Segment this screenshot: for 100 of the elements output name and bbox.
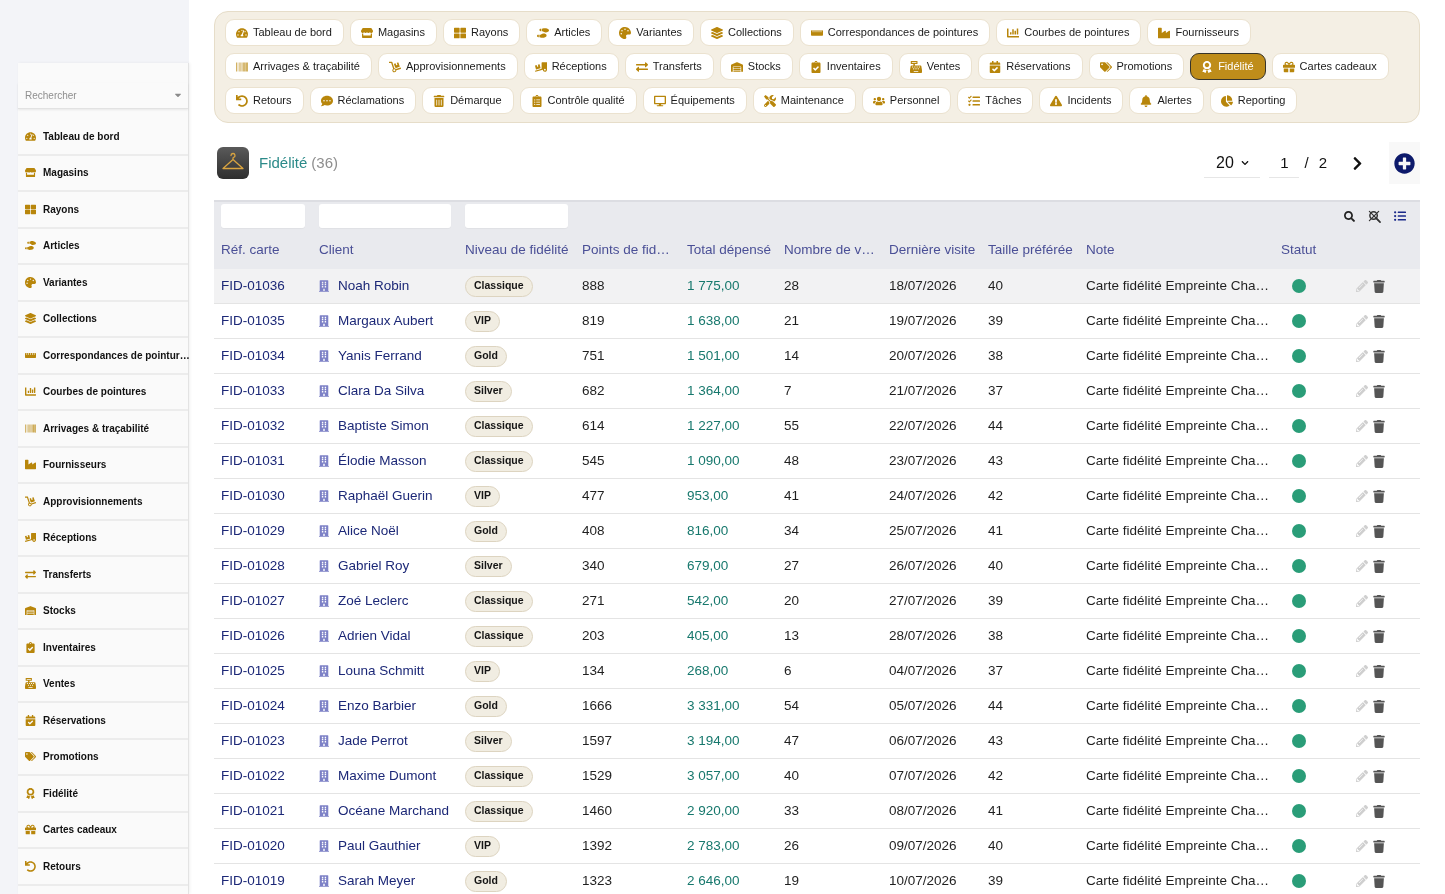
column-header[interactable]: Note [1086, 241, 1115, 257]
card-ref-link[interactable]: FID-01023 [221, 732, 285, 748]
client-link[interactable]: Sarah Meyer [338, 870, 416, 892]
trash-icon[interactable] [1373, 664, 1385, 678]
nav-tab[interactable]: Réclamations [309, 87, 417, 114]
nav-tab[interactable]: Arrivages & traçabilité [225, 53, 372, 80]
trash-icon[interactable] [1373, 314, 1385, 328]
nav-tab[interactable]: Personnel [861, 87, 952, 114]
card-ref-link[interactable]: FID-01021 [221, 802, 285, 818]
card-ref-link[interactable]: FID-01020 [221, 837, 285, 853]
nav-tab[interactable]: Approvisionnements [378, 53, 518, 80]
client-link[interactable]: Clara Da Silva [338, 380, 425, 402]
card-ref-link[interactable]: FID-01032 [221, 417, 285, 433]
sidebar-item[interactable]: Stocks [18, 593, 188, 630]
client-link[interactable]: Raphaël Guerin [338, 485, 433, 507]
nav-tab[interactable]: Fournisseurs [1147, 19, 1251, 46]
sidebar-item[interactable]: Transferts [18, 557, 188, 594]
card-ref-link[interactable]: FID-01022 [221, 767, 285, 783]
trash-icon[interactable] [1373, 734, 1385, 748]
trash-icon[interactable] [1373, 874, 1385, 888]
trash-icon[interactable] [1373, 489, 1385, 503]
nav-tab[interactable]: Tableau de bord [225, 19, 344, 46]
client-link[interactable]: Alice Noël [338, 520, 399, 542]
sidebar-item[interactable]: Fournisseurs [18, 447, 188, 484]
trash-icon[interactable] [1373, 419, 1385, 433]
card-ref-link[interactable]: FID-01036 [221, 277, 285, 293]
nav-tab[interactable]: Rayons [443, 19, 521, 46]
card-ref-link[interactable]: FID-01035 [221, 312, 285, 328]
column-header[interactable]: Statut [1281, 241, 1317, 257]
sidebar-item[interactable]: Correspondances de pointur… [18, 338, 188, 375]
nav-tab[interactable]: Alertes [1129, 87, 1204, 114]
sidebar-item[interactable]: Réservations [18, 703, 188, 740]
nav-tab[interactable]: Promotions [1088, 53, 1185, 80]
sidebar-item[interactable]: Rayons [18, 192, 188, 229]
sidebar-item[interactable]: Variantes [18, 265, 188, 302]
nav-tab[interactable]: Contrôle qualité [519, 87, 637, 114]
nav-tab[interactable]: Incidents [1039, 87, 1124, 114]
card-ref-link[interactable]: FID-01031 [221, 452, 285, 468]
nav-tab[interactable]: Correspondances de pointures [799, 19, 991, 46]
sidebar-item[interactable]: Ventes [18, 666, 188, 703]
card-ref-link[interactable]: FID-01025 [221, 662, 285, 678]
column-header[interactable]: Client [319, 241, 354, 257]
nav-tab[interactable]: Collections [700, 19, 794, 46]
client-link[interactable]: Enzo Barbier [338, 695, 417, 717]
card-ref-link[interactable]: FID-01034 [221, 347, 285, 363]
nav-tab[interactable]: Transferts [624, 53, 714, 80]
add-button[interactable] [1389, 142, 1420, 184]
trash-icon[interactable] [1373, 384, 1385, 398]
sidebar-item[interactable]: Articles [18, 228, 188, 265]
client-link[interactable]: Maxime Dumont [338, 765, 437, 787]
nav-tab[interactable]: Articles [526, 19, 603, 46]
sidebar-item[interactable]: Arrivages & traçabilité [18, 411, 188, 448]
client-link[interactable]: Élodie Masson [338, 450, 427, 472]
filter-input[interactable] [319, 204, 451, 228]
client-link[interactable]: Yanis Ferrand [338, 345, 422, 367]
client-link[interactable]: Adrien Vidal [338, 625, 411, 647]
client-link[interactable]: Louna Schmitt [338, 660, 425, 682]
card-ref-link[interactable]: FID-01028 [221, 557, 285, 573]
nav-tab[interactable]: Cartes cadeaux [1271, 53, 1389, 80]
sidebar-item[interactable]: Tableau de bord [18, 119, 188, 156]
trash-icon[interactable] [1373, 629, 1385, 643]
card-ref-link[interactable]: FID-01029 [221, 522, 285, 538]
column-header[interactable]: Niveau de fidélité [465, 241, 569, 257]
client-link[interactable]: Océane Marchand [338, 800, 450, 822]
nav-tab[interactable]: Démarque [422, 87, 514, 114]
sidebar-item[interactable]: Magasins [18, 155, 188, 192]
sidebar-item[interactable]: Retours [18, 849, 188, 886]
trash-icon[interactable] [1373, 769, 1385, 783]
page-size-select[interactable]: 20 [1204, 148, 1261, 178]
column-header[interactable]: Points de fid… [582, 241, 670, 257]
nav-tab[interactable]: Variantes [608, 19, 694, 46]
card-ref-link[interactable]: FID-01033 [221, 382, 285, 398]
sidebar-item[interactable]: Promotions [18, 739, 188, 776]
trash-icon[interactable] [1373, 559, 1385, 573]
trash-icon[interactable] [1373, 454, 1385, 468]
card-ref-link[interactable]: FID-01030 [221, 487, 285, 503]
client-link[interactable]: Noah Robin [338, 275, 410, 297]
sidebar-item[interactable]: Fidélité [18, 776, 188, 813]
client-link[interactable]: Paul Gauthier [338, 835, 421, 857]
column-header[interactable]: Total dépensé [687, 241, 772, 257]
column-header[interactable]: Dernière visite [889, 241, 976, 257]
page-input[interactable]: 1 [1269, 148, 1300, 178]
list-icon[interactable] [1394, 210, 1406, 222]
trash-icon[interactable] [1373, 699, 1385, 713]
nav-tab[interactable]: Équipements [642, 87, 747, 114]
sidebar-item[interactable]: Approvisionnements [18, 484, 188, 521]
card-ref-link[interactable]: FID-01019 [221, 872, 285, 888]
nav-tab[interactable]: Maintenance [752, 87, 856, 114]
search-icon[interactable] [1344, 210, 1355, 222]
filter-input[interactable] [465, 204, 568, 228]
filter-input[interactable] [221, 204, 305, 228]
nav-tab[interactable]: Retours [225, 87, 304, 114]
column-header[interactable]: Taille préférée [988, 241, 1073, 257]
sidebar-item[interactable]: Cartes cadeaux [18, 812, 188, 849]
nav-tab[interactable]: Tâches [957, 87, 1034, 114]
column-header[interactable]: Réf. carte [221, 241, 280, 257]
sidebar-item[interactable]: Collections [18, 301, 188, 338]
client-link[interactable]: Jade Perrot [338, 730, 408, 752]
trash-icon[interactable] [1373, 804, 1385, 818]
client-link[interactable]: Margaux Aubert [338, 310, 434, 332]
